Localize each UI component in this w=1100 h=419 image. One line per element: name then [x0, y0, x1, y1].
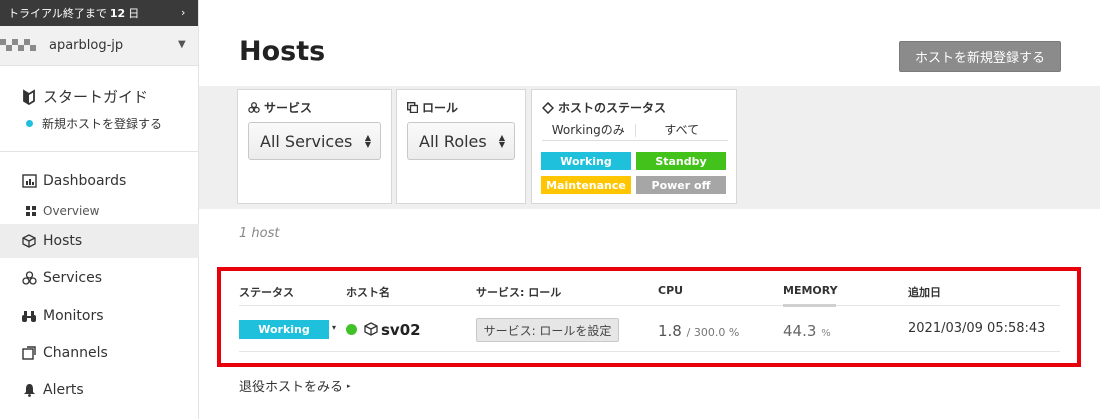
column-header-status: ステータス [239, 286, 294, 299]
org-name: aparblog-jp [49, 38, 124, 53]
sidebar-item-dashboards[interactable]: Dashboards [0, 164, 199, 198]
sort-indicator [783, 304, 836, 307]
start-guide-title[interactable]: スタートガイド [22, 86, 162, 107]
sidebar-item-overview[interactable]: Overview [0, 201, 199, 221]
sidebar-item-hosts[interactable]: Hosts [0, 224, 199, 258]
role-filter-text: ロール [422, 101, 459, 115]
column-header-cpu[interactable]: CPU [658, 284, 683, 297]
host-name-link[interactable]: sv02 [381, 321, 421, 339]
chip-working[interactable]: Working [541, 152, 631, 170]
table-header-divider [239, 305, 1060, 306]
cpu-value: 1.8 [658, 322, 682, 340]
sidebar-divider [0, 151, 199, 152]
service-select-value: All Services [260, 131, 353, 151]
toggle-working-only[interactable]: Workingのみ [542, 121, 635, 140]
status-filter-text: ホストのステータス [558, 101, 667, 115]
host-status-button[interactable]: Working [239, 320, 329, 339]
sidebar-item-label: Hosts [43, 233, 83, 249]
register-new-host-button[interactable]: ホストを新規登録する [899, 41, 1061, 72]
trial-banner[interactable]: トライアル終了まで 12 日 › [0, 0, 198, 26]
start-guide-label: スタートガイド [43, 88, 149, 106]
start-guide[interactable]: スタートガイド 新規ホストを登録する [22, 86, 162, 132]
register-host-link[interactable]: 新規ホストを登録する [26, 115, 162, 132]
chip-maintenance[interactable]: Maintenance [541, 176, 631, 194]
channels-icon [21, 345, 37, 361]
added-date: 2021/03/09 05:58:43 [908, 321, 1046, 336]
select-arrows-icon: ▲ ▼ [498, 133, 505, 149]
step-dot-icon [26, 120, 33, 127]
highlight-frame [217, 267, 1081, 367]
register-host-label: 新規ホストを登録する [42, 117, 163, 131]
page-title: Hosts [239, 36, 326, 67]
chevron-right-icon: › [181, 6, 186, 19]
service-select[interactable]: All Services ▲ ▼ [248, 122, 381, 160]
org-logo-icon [0, 38, 36, 53]
cpu-max: / 300.0 % [686, 326, 740, 339]
sidebar-item-alerts[interactable]: Alerts [0, 373, 199, 407]
sidebar-item-label: Overview [43, 204, 100, 218]
select-arrows-icon: ▲ ▼ [364, 133, 371, 149]
column-header-memory[interactable]: MEMORY [783, 284, 838, 297]
role-select-value: All Roles [419, 131, 487, 151]
retired-hosts-link[interactable]: 退役ホストをみる ▸ [239, 376, 351, 395]
service-filter-text: サービス [264, 101, 313, 115]
role-filter-label: ロール [407, 99, 458, 116]
set-service-role-button[interactable]: サービス: ロールを設定 [476, 318, 619, 342]
caret-down-icon: ▼ [178, 39, 186, 50]
service-filter-label: サービス [248, 99, 312, 116]
org-switcher[interactable]: aparblog-jp ▼ [0, 26, 198, 66]
role-filter: ロール All Roles ▲ ▼ [396, 89, 526, 204]
cube-icon [21, 233, 37, 249]
status-icon [542, 101, 554, 114]
cube-icon [364, 322, 378, 336]
services-icon [21, 270, 37, 286]
column-header-hostname: ホスト名 [346, 286, 390, 299]
trial-prefix: トライアル終了まで [8, 7, 107, 20]
status-filter-label: ホストのステータス [542, 99, 666, 116]
sidebar-item-label: Services [43, 270, 103, 286]
status-filter: ホストのステータス Workingのみ すべて Working Standby … [531, 89, 737, 204]
sidebar-item-label: Monitors [43, 308, 104, 324]
column-header-service-role: サービス: ロール [476, 286, 562, 299]
dashboard-icon [21, 173, 37, 189]
sidebar-item-label: Dashboards [43, 173, 127, 189]
sidebar-item-label: Alerts [43, 382, 84, 398]
memory-value: 44.3 [783, 322, 817, 340]
sidebar-item-monitors[interactable]: Monitors [0, 299, 199, 333]
online-indicator [346, 324, 357, 335]
role-select[interactable]: All Roles ▲ ▼ [407, 122, 515, 160]
filter-panel: サービス All Services ▲ ▼ ロール All Roles ▲ ▼ ホス… [199, 86, 1100, 209]
retired-hosts-label: 退役ホストをみる [239, 380, 344, 395]
flag-icon [23, 88, 35, 105]
table-row-divider [239, 351, 1060, 352]
trial-days: 12 [109, 6, 126, 20]
chip-power-off[interactable]: Power off [636, 176, 726, 194]
sidebar: トライアル終了まで 12 日 › aparblog-jp ▼ スタートガイド 新… [0, 0, 199, 419]
sidebar-item-label: Channels [43, 345, 108, 361]
caret-down-icon[interactable]: ▾ [332, 323, 336, 332]
bell-icon [21, 382, 37, 398]
grid-icon [26, 206, 36, 216]
chip-standby[interactable]: Standby [636, 152, 726, 170]
services-icon [248, 102, 260, 113]
service-filter: サービス All Services ▲ ▼ [237, 89, 392, 204]
host-count: 1 host [239, 226, 280, 241]
sidebar-item-services[interactable]: Services [0, 261, 199, 295]
memory-unit: % [821, 328, 831, 339]
role-icon [407, 102, 418, 113]
toggle-all[interactable]: すべて [636, 121, 729, 140]
triangle-right-icon: ▸ [347, 381, 351, 390]
cpu-usage: 1.8 / 300.0 % [658, 322, 739, 340]
trial-suffix: 日 [128, 7, 140, 20]
status-toggle: Workingのみ すべて [542, 121, 728, 141]
column-header-added[interactable]: 追加日 [908, 284, 941, 300]
binoculars-icon [21, 308, 37, 324]
memory-usage: 44.3 % [783, 322, 831, 340]
sidebar-item-channels[interactable]: Channels [0, 336, 199, 370]
